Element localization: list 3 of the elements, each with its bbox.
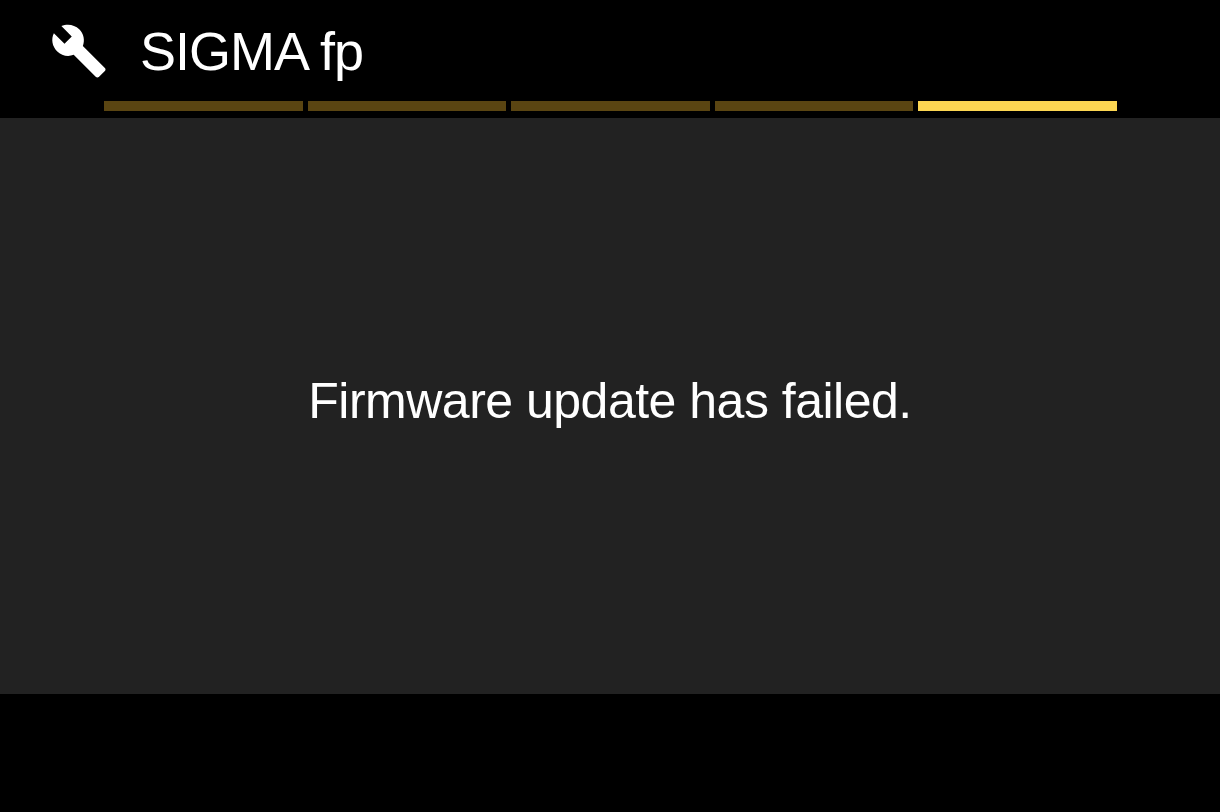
screen-title: SIGMA fp — [140, 20, 364, 82]
error-message: Firmware update has failed. — [308, 372, 912, 430]
wrench-icon — [50, 22, 108, 80]
